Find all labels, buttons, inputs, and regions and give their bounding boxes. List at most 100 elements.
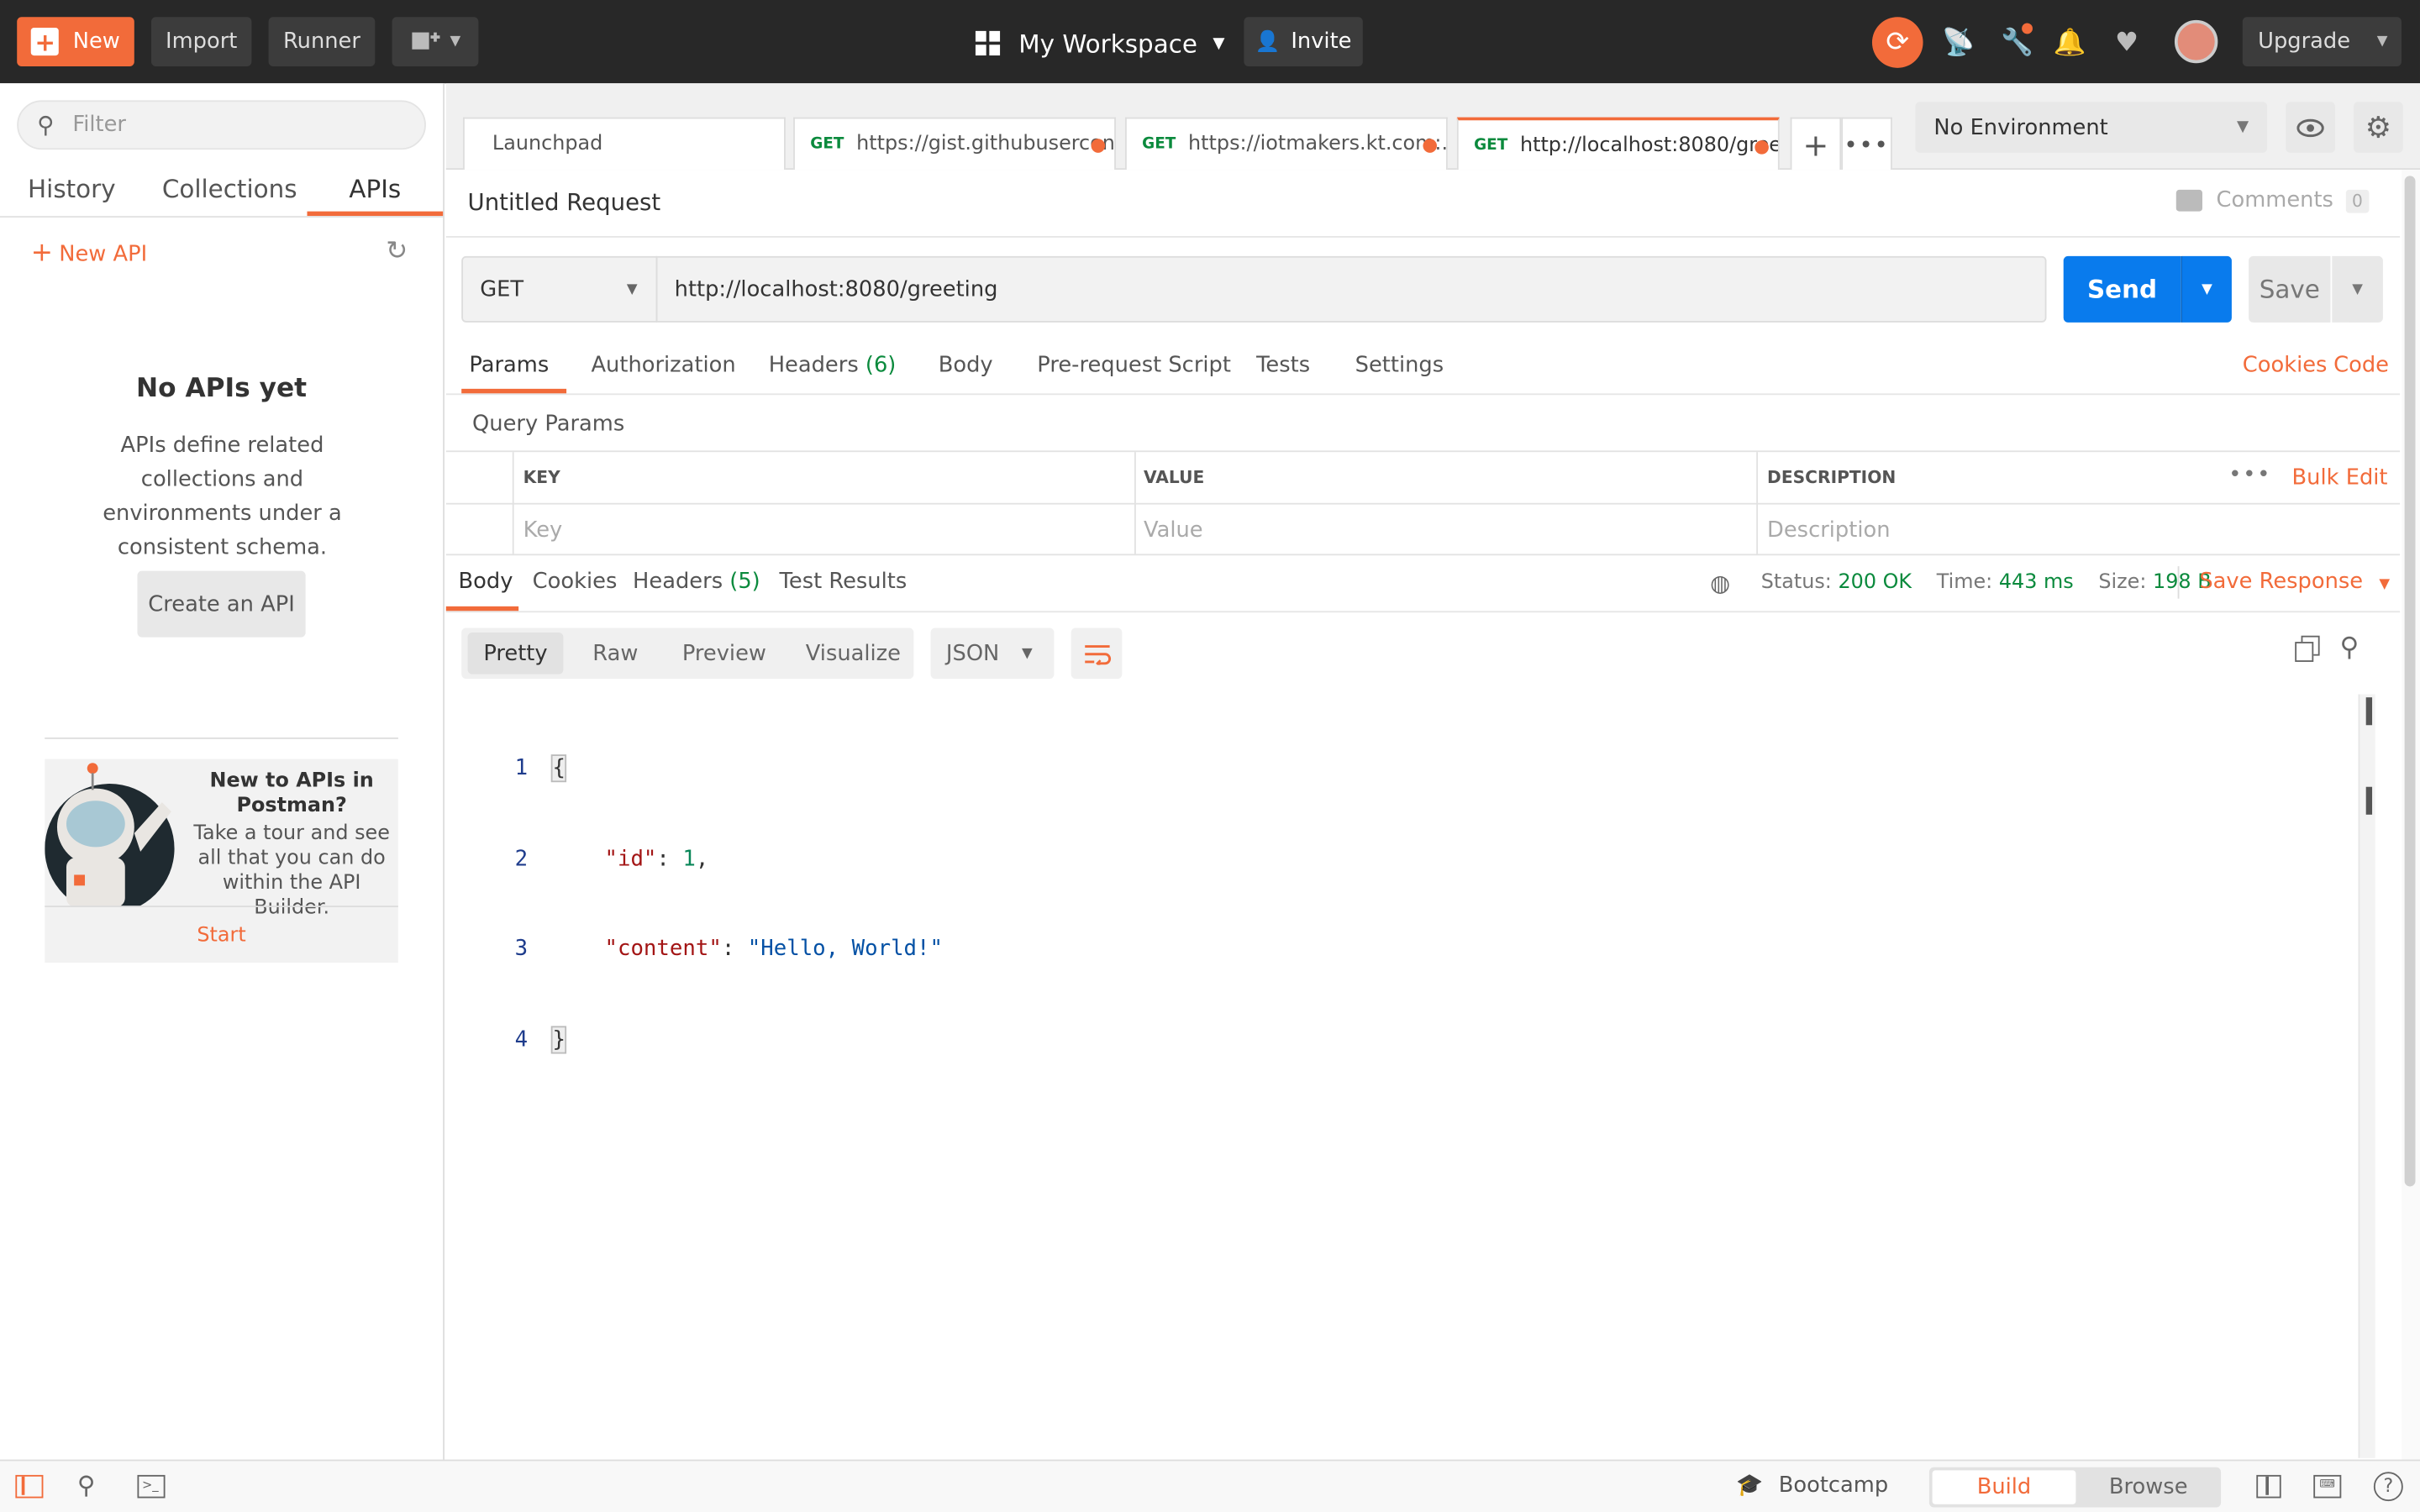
tab-tests[interactable]: Tests [1256, 354, 1310, 378]
search-icon[interactable]: ⚲ [2339, 633, 2359, 664]
upgrade-button[interactable]: Upgrade ▼ [2242, 17, 2402, 66]
promo-card: New to APIs in Postman? Take a tour and … [45, 759, 398, 963]
collections-label: Collections [161, 174, 297, 204]
tab-request-iotmakers[interactable]: GET https://iotmakers.kt.com:... [1124, 117, 1448, 171]
bell-icon[interactable]: 🔔 [2047, 20, 2093, 66]
sync-icon[interactable]: ⟳ [1871, 17, 1923, 68]
bootcamp-button[interactable]: 🎓 Bootcamp [1736, 1473, 1888, 1498]
time-value[interactable]: 443 ms [1999, 571, 2074, 595]
cookies-link[interactable]: Cookies [2243, 354, 2328, 378]
json-key: "id" [604, 846, 657, 871]
build-label: Build [1976, 1474, 2032, 1500]
divider [445, 611, 2401, 613]
build-mode-button[interactable]: Build [1932, 1470, 2076, 1504]
view-mode-visualize[interactable]: Visualize [806, 642, 901, 666]
tab-headers[interactable]: Headers (6) [769, 354, 897, 378]
code-link[interactable]: Code [2333, 354, 2389, 378]
create-api-button[interactable]: Create an API [137, 570, 306, 638]
divider [45, 737, 398, 739]
filter-input[interactable]: ⚲ Filter [17, 100, 426, 150]
environment-quick-look-button[interactable] [2286, 102, 2335, 153]
json-body[interactable]: { "id": 1, "content": "Hello, World!" } [550, 695, 943, 1086]
more-icon[interactable]: ••• [2228, 463, 2271, 487]
start-tour-link[interactable]: Start [45, 924, 398, 948]
tab-options-button[interactable]: ••• [1841, 117, 1892, 171]
key-input[interactable]: Key [523, 518, 563, 543]
avatar[interactable] [2174, 19, 2218, 64]
satellite-icon[interactable]: 📡 [1935, 20, 1981, 66]
url-input[interactable]: http://localhost:8080/greeting [655, 255, 2047, 323]
new-tab-button[interactable]: + [1790, 117, 1842, 171]
line-number: 1 [514, 755, 529, 781]
sidebar-tab-collections[interactable]: Collections [162, 175, 297, 204]
scrollbar-thumb[interactable] [2404, 176, 2416, 1187]
send-button[interactable]: Send [2063, 255, 2181, 323]
manage-environments-button[interactable]: ⚙ [2354, 102, 2403, 153]
save-button[interactable]: Save [2249, 255, 2331, 323]
pre-request-label: Pre-request Script [1037, 353, 1231, 378]
view-mode-pretty[interactable]: Pretty [467, 633, 564, 675]
tab-request-gist[interactable]: GET https://gist.githubusercon... [793, 117, 1116, 171]
invite-button[interactable]: 👤 Invite [1244, 17, 1363, 66]
sidebar-tab-apis[interactable]: APIs [307, 175, 444, 217]
request-title: Untitled Request [467, 188, 661, 217]
preview-label: Preview [681, 642, 766, 667]
keyboard-icon[interactable]: ⌨ [2313, 1474, 2342, 1499]
value-input[interactable]: Value [1144, 518, 1203, 543]
wrap-lines-button[interactable] [1071, 627, 1123, 680]
format-select[interactable]: JSON ▼ [930, 627, 1055, 680]
wrench-icon[interactable]: 🔧 [1994, 20, 2040, 66]
tab-authorization[interactable]: Authorization [591, 354, 735, 378]
response-tab-test-results[interactable]: Test Results [780, 570, 908, 594]
search-icon: ⚲ [37, 111, 55, 139]
workspace-selector[interactable]: My Workspace ▼ [975, 22, 1224, 65]
save-options-button[interactable]: ▼ [2332, 255, 2383, 323]
bootcamp-label: Bootcamp [1778, 1473, 1889, 1499]
copy-icon[interactable] [2295, 635, 2321, 662]
comments-button[interactable]: Comments 0 [2175, 188, 2370, 213]
globe-icon[interactable]: ◍ [1710, 570, 1730, 597]
send-options-button[interactable]: ▼ [2181, 255, 2232, 323]
bulk-edit-link[interactable]: Bulk Edit [2292, 466, 2388, 491]
scroll-marker [2365, 786, 2373, 815]
browse-mode-button[interactable]: Browse [2079, 1470, 2217, 1504]
tab-settings[interactable]: Settings [1355, 354, 1444, 378]
divider [0, 216, 444, 218]
find-icon[interactable]: ⚲ [77, 1470, 96, 1499]
new-api-button[interactable]: + New API [31, 238, 147, 269]
response-tab-body[interactable]: Body [459, 570, 513, 594]
editor-scrollbar[interactable] [2358, 694, 2375, 1458]
divider [1756, 452, 1759, 554]
new-window-button[interactable]: ▼ [392, 17, 479, 66]
sidebar-toggle-icon[interactable] [15, 1474, 44, 1499]
method-badge: GET [810, 135, 844, 153]
status-value[interactable]: 200 OK [1838, 571, 1912, 595]
new-button[interactable]: + New [17, 17, 134, 66]
method-select[interactable]: GET ▼ [461, 255, 658, 323]
tab-request-localhost[interactable]: GET http://localhost:8080/gree... [1456, 117, 1780, 171]
save-response-button[interactable]: Save Response ▼ [2199, 570, 2390, 594]
import-button[interactable]: Import [150, 17, 252, 66]
view-mode-preview[interactable]: Preview [682, 642, 766, 666]
heart-icon[interactable]: ♥ [2103, 20, 2149, 66]
main-scrollbar[interactable] [2401, 170, 2420, 1460]
query-params-heading: Query Params [472, 412, 625, 437]
help-icon[interactable]: ? [2373, 1472, 2403, 1502]
empty-state-title: No APIs yet [136, 373, 308, 405]
view-mode-raw[interactable]: Raw [592, 642, 638, 666]
response-tab-cookies[interactable]: Cookies [533, 570, 618, 594]
environment-selector[interactable]: No Environment ▼ [1915, 102, 2268, 153]
tab-launchpad[interactable]: Launchpad [463, 117, 786, 171]
runner-button[interactable]: Runner [268, 17, 376, 66]
size-label: Size: [2098, 570, 2147, 595]
console-icon[interactable]: >_ [137, 1474, 166, 1499]
refresh-icon[interactable]: ↻ [386, 236, 408, 267]
json-key: "content" [604, 936, 722, 962]
tab-pre-request-script[interactable]: Pre-request Script [1037, 354, 1231, 378]
tab-body[interactable]: Body [939, 354, 993, 378]
two-pane-view-icon[interactable] [2256, 1474, 2281, 1499]
description-input[interactable]: Description [1767, 518, 1890, 543]
response-tab-headers[interactable]: Headers (5) [633, 570, 760, 594]
sidebar-tab-history[interactable]: History [28, 175, 116, 204]
tab-params[interactable]: Params [469, 354, 549, 378]
